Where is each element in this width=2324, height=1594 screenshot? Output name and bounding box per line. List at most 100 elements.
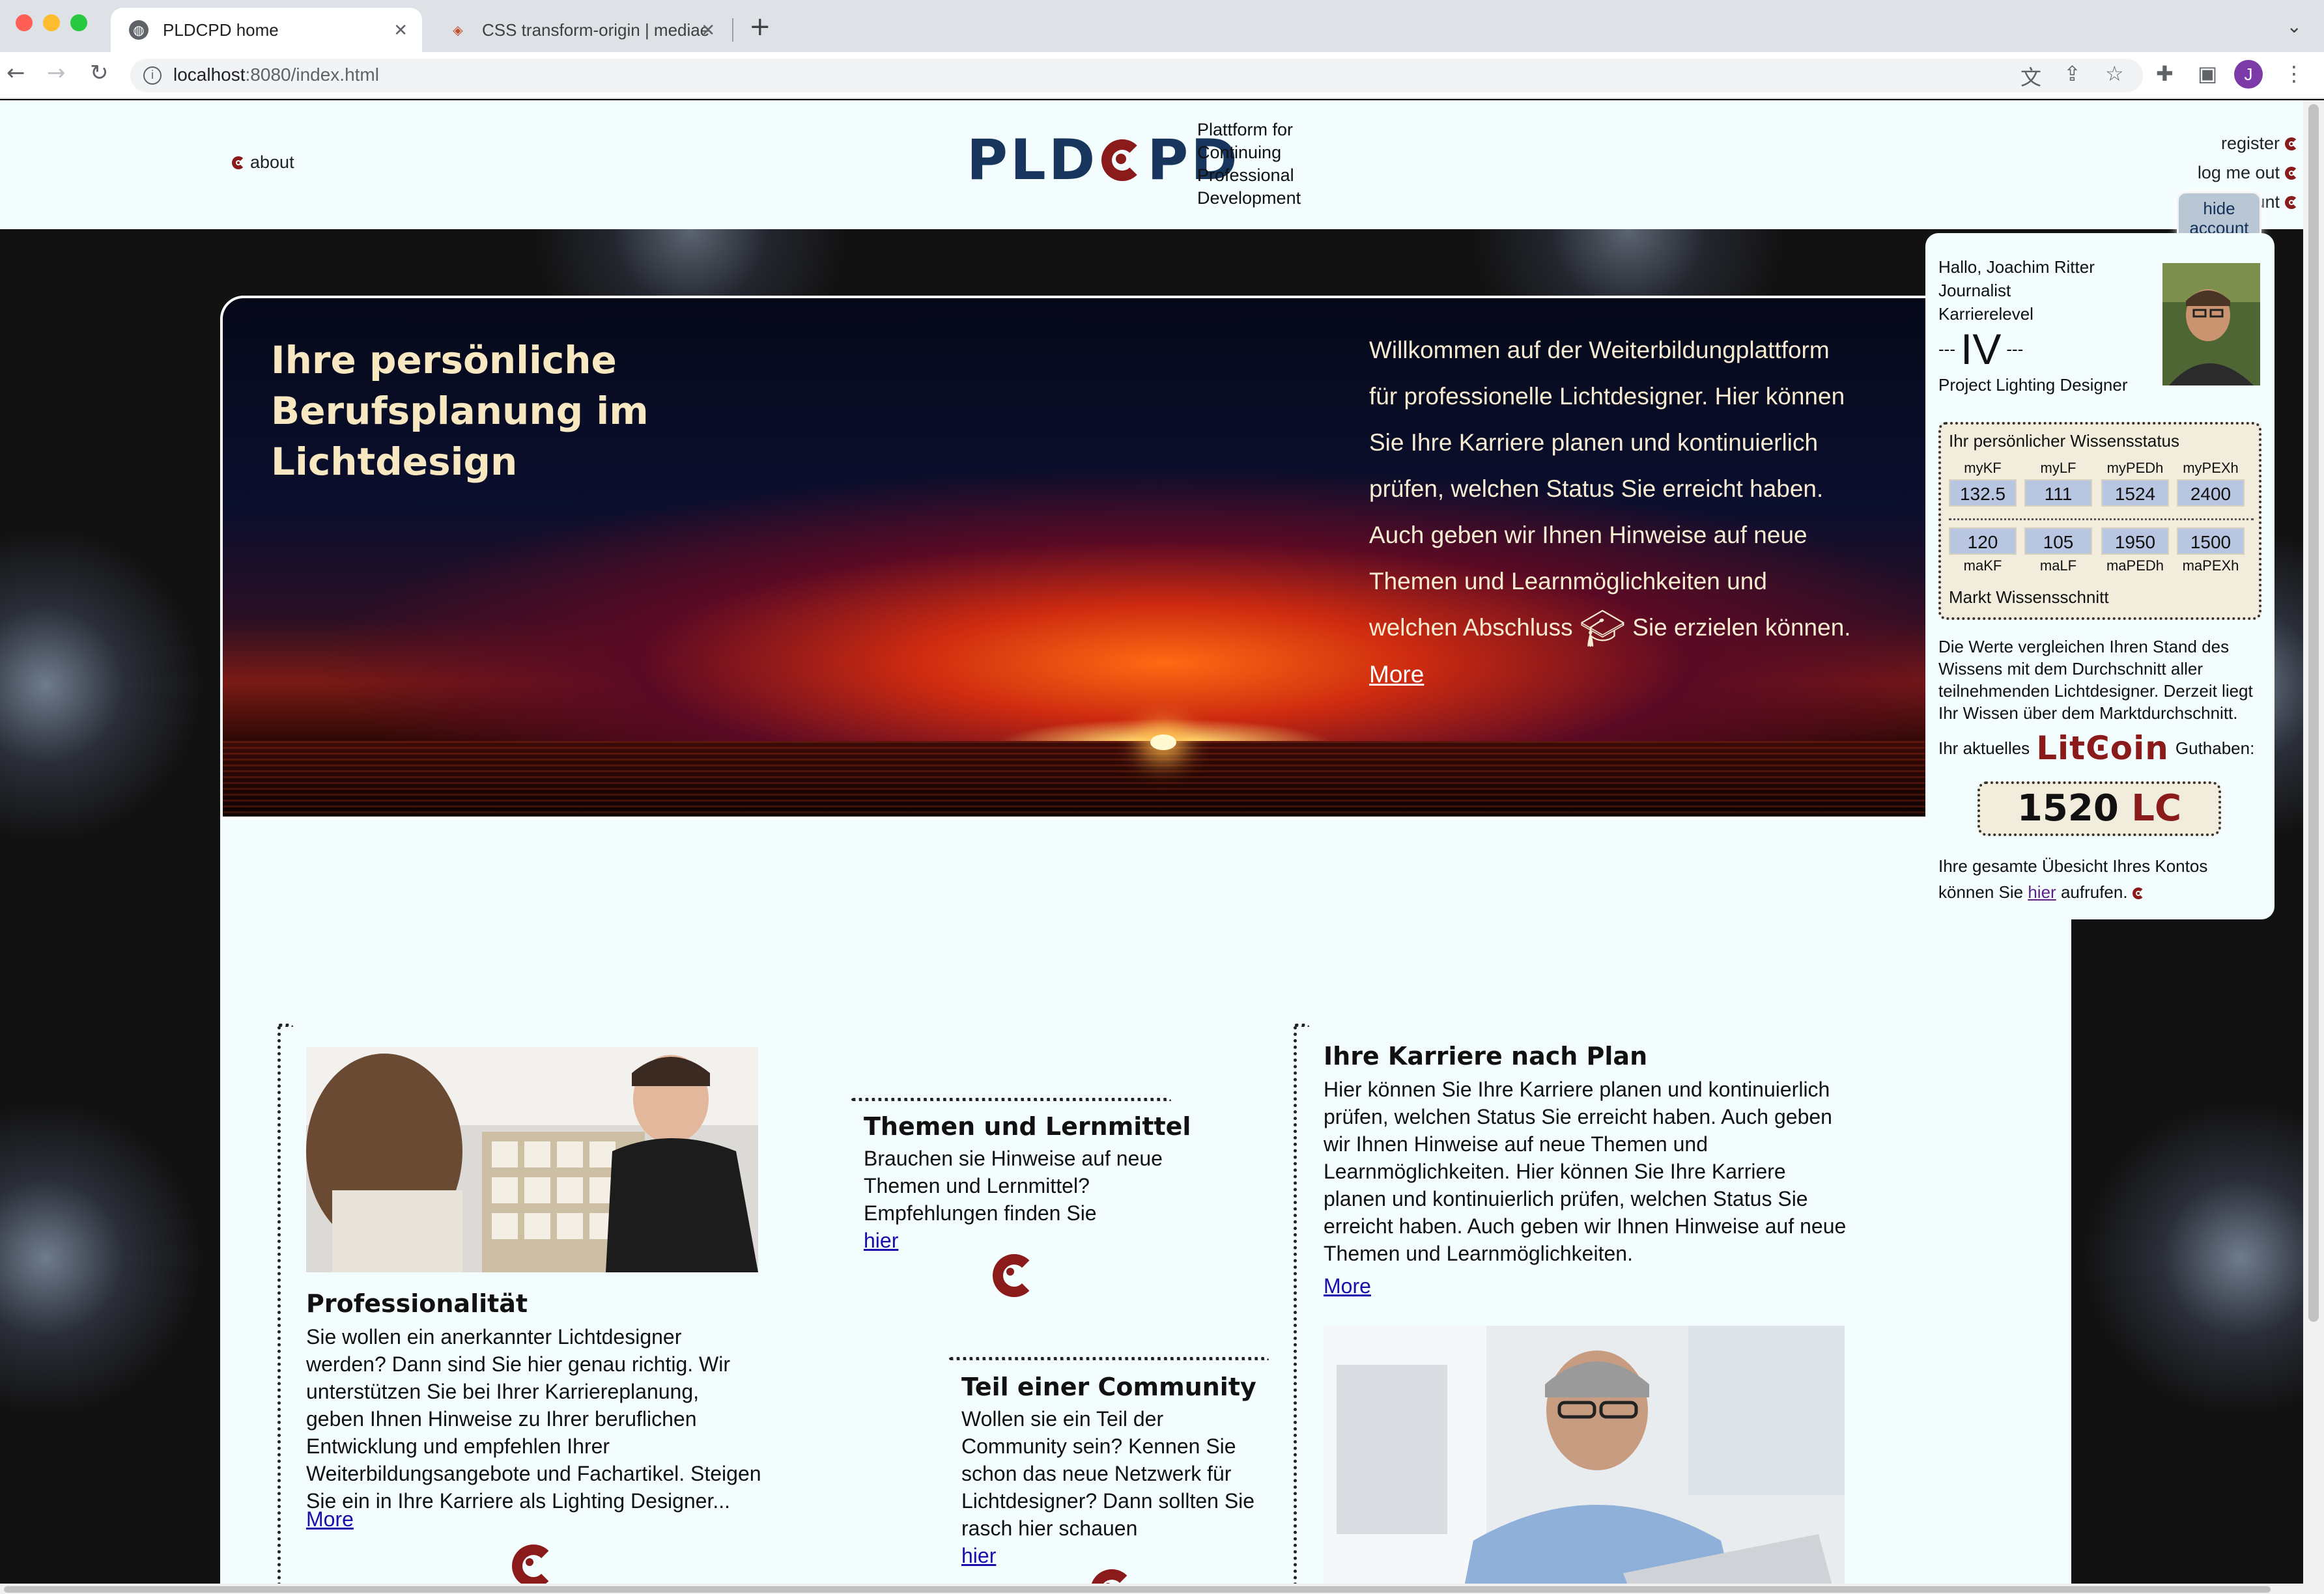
about-link[interactable]: about xyxy=(232,152,294,173)
tab-title: CSS transform-origin | mediae xyxy=(482,20,710,40)
address-bar[interactable]: i localhost:8080/index.html xyxy=(130,59,2143,92)
share-icon[interactable]: ⇪ xyxy=(2063,61,2081,86)
main-content-card: Ihre persönliche Berufsplanung im Lichtd… xyxy=(220,296,2071,1584)
forward-arrow-icon[interactable]: → xyxy=(47,60,66,86)
ma-pexh-value: 1500 xyxy=(2177,527,2245,555)
column-corner-left xyxy=(277,1024,293,1027)
translate-icon[interactable]: 文 xyxy=(2020,61,2041,91)
site-info-icon[interactable]: i xyxy=(143,66,162,85)
account-panel: Hallo, Joachim Ritter Journalist Karrier… xyxy=(1925,233,2274,919)
themen-title: Themen und Lernmittel xyxy=(864,1112,1191,1141)
ma-kf-value: 120 xyxy=(1949,527,2017,555)
karriere-title: Ihre Karriere nach Plan xyxy=(1324,1042,1648,1070)
pldcpd-c-icon xyxy=(1090,1569,1133,1584)
litcoin-c-icon: Ͼ xyxy=(2086,729,2110,767)
close-tab-icon[interactable]: ✕ xyxy=(393,20,408,40)
account-greeting: Hallo, Joachim Ritter Journalist Karrier… xyxy=(1938,255,2095,326)
status-description: Die Werte vergleichen Ihren Stand des Wi… xyxy=(1938,637,2253,723)
pldcpd-c-icon xyxy=(2285,166,2298,180)
my-pedh-value: 1524 xyxy=(2101,479,2169,507)
vertical-scroll-thumb[interactable] xyxy=(2308,104,2319,1322)
site-header: about PLD PD Plattform for Continuing Pr… xyxy=(0,100,2303,229)
logo-text-left: PLD xyxy=(967,128,1098,193)
user-avatar-photo xyxy=(2162,263,2260,385)
hero-sea xyxy=(223,741,2069,817)
professionalitaet-more-link[interactable]: More xyxy=(306,1505,354,1533)
stat-label: myLF xyxy=(2040,460,2076,476)
community-text: Wollen sie ein Teil der Community sein? … xyxy=(961,1407,1255,1540)
vertical-scrollbar[interactable] xyxy=(2303,100,2324,1594)
stat-label: maKF xyxy=(1963,557,2002,574)
occupation-text: Journalist xyxy=(1938,281,2011,300)
karriere-text: Hier können Sie Ihre Karriere planen und… xyxy=(1324,1078,1847,1265)
stat-label: myPEDh xyxy=(2106,460,2164,476)
hero-text-part2: Sie erzielen können. xyxy=(1632,614,1851,641)
tab-pldcpd-home[interactable]: ◍ PLDCPD home ✕ xyxy=(111,8,422,52)
browser-toolbar: ← → ↻ i localhost:8080/index.html 文 ⇪ ☆ … xyxy=(0,52,2324,99)
man-with-laptop-photo xyxy=(1324,1326,1845,1584)
tab-search-chevron-icon[interactable]: ⌄ xyxy=(2287,16,2302,37)
pldcpd-c-icon xyxy=(512,1545,555,1584)
status-divider xyxy=(1949,518,2254,520)
tagline-line: Development xyxy=(1197,188,1301,208)
account-overview-link[interactable]: hier xyxy=(2028,882,2056,902)
close-window-button[interactable] xyxy=(16,14,33,31)
logo-tagline: Plattform for Continuing Professional De… xyxy=(1197,119,1301,210)
register-link[interactable]: register xyxy=(2108,129,2303,158)
minimize-window-button[interactable] xyxy=(43,14,60,31)
tab-title: PLDCPD home xyxy=(163,20,279,40)
tagline-line: Continuing xyxy=(1197,143,1282,162)
ma-lf-value: 105 xyxy=(2024,527,2092,555)
community-card-border xyxy=(948,1357,1269,1360)
bookmark-star-icon[interactable]: ☆ xyxy=(2105,61,2124,86)
litcoin-right: oin xyxy=(2110,729,2169,767)
level-label: Karrierelevel xyxy=(1938,304,2034,324)
profile-avatar[interactable]: J xyxy=(2234,60,2263,89)
balance-value: 1520 xyxy=(2017,787,2119,830)
stat-label: maPEDh xyxy=(2106,557,2164,574)
logout-label: log me out xyxy=(2197,163,2280,182)
new-tab-button[interactable]: + xyxy=(749,12,771,42)
url-text: localhost:8080/index.html xyxy=(173,64,379,85)
hero-title: Ihre persönliche Berufsplanung im Lichtd… xyxy=(271,338,649,484)
pldcpd-c-icon xyxy=(232,156,245,169)
column-divider-right xyxy=(1294,1026,1297,1584)
stat-label: myPEXh xyxy=(2183,460,2239,476)
side-panel-icon[interactable]: ▣ xyxy=(2198,61,2217,86)
tagline-line: Plattform for xyxy=(1197,120,1294,139)
hero-more-link[interactable]: More xyxy=(1369,661,1424,688)
tab-css-transform-origin[interactable]: ◈ CSS transform-origin | mediae ✕ xyxy=(430,8,730,52)
themen-text: Brauchen sie Hinweise auf neue Themen un… xyxy=(864,1147,1163,1225)
pldcpd-c-icon xyxy=(2132,888,2144,899)
back-arrow-icon[interactable]: ← xyxy=(7,60,25,86)
account-role: Project Lighting Designer xyxy=(1938,375,2128,395)
reload-icon[interactable]: ↻ xyxy=(90,60,109,86)
karriere-more-link[interactable]: More xyxy=(1324,1272,1371,1300)
my-kf-value: 132.5 xyxy=(1949,479,2017,507)
balance-unit: LC xyxy=(2131,787,2182,830)
themen-hier-link[interactable]: hier xyxy=(864,1227,898,1254)
globe-icon: ◍ xyxy=(129,20,149,40)
status-title: Ihr persönlicher Wissensstatus xyxy=(1949,431,2180,451)
account-overview-text: Ihre gesamte Übesicht Ihres Kontos könne… xyxy=(1938,853,2264,905)
community-title: Teil einer Community xyxy=(961,1373,1256,1401)
community-hier-link[interactable]: hier xyxy=(961,1542,996,1569)
professionalitaet-text: Sie wollen ein anerkannter Lichtdesigner… xyxy=(306,1325,761,1513)
logout-link[interactable]: log me out xyxy=(2108,158,2303,188)
mediaevent-favicon-icon: ◈ xyxy=(453,23,463,38)
stat-label: maLF xyxy=(2039,557,2077,574)
horizontal-scroll-thumb[interactable] xyxy=(4,1586,2271,1593)
register-label: register xyxy=(2220,133,2280,153)
litcoin-balance-line: Ihr aktuelles LitϾoin Guthaben: xyxy=(1938,729,2254,767)
extensions-puzzle-icon[interactable]: ✚ xyxy=(2156,61,2174,86)
browser-menu-icon[interactable]: ⋮ xyxy=(2284,61,2304,86)
maximize-window-button[interactable] xyxy=(70,14,87,31)
close-tab-icon[interactable]: ✕ xyxy=(701,20,715,40)
hero-intro: Willkommen auf der Weiterbildungplattfor… xyxy=(1369,327,1851,697)
hero-sun xyxy=(1150,734,1176,750)
my-pexh-value: 2400 xyxy=(2177,479,2245,507)
litcoin-left: Lit xyxy=(2036,729,2086,767)
tagline-line: Professional xyxy=(1197,165,1294,185)
horizontal-scrollbar[interactable] xyxy=(0,1584,2303,1594)
hero-text-part1: Willkommen auf der Weiterbildungplattfor… xyxy=(1369,337,1845,641)
